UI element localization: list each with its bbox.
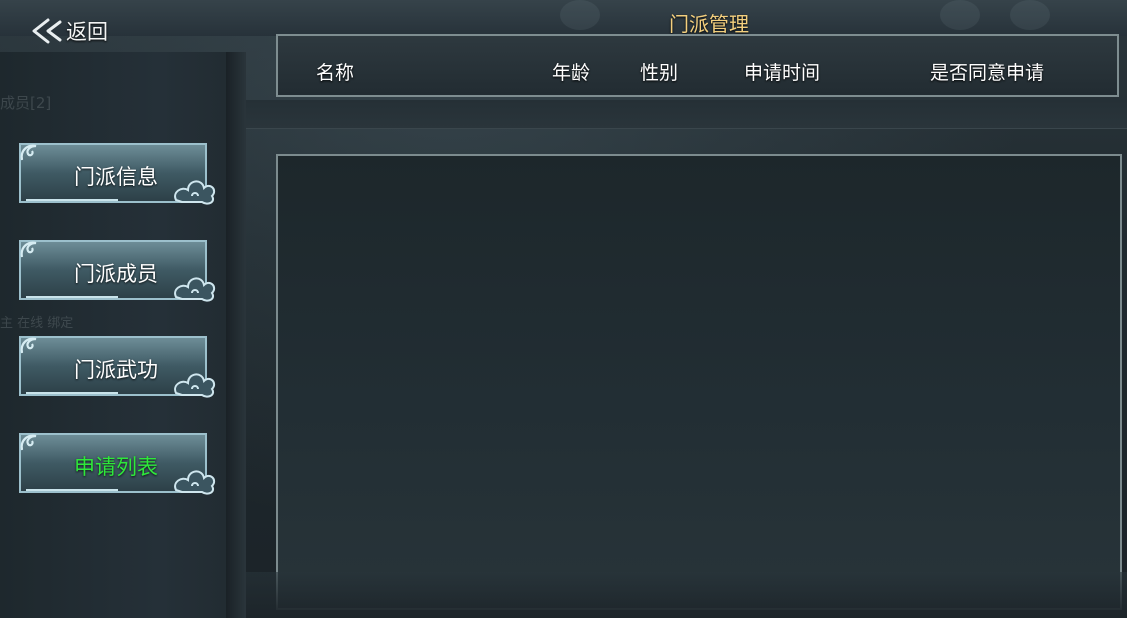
- cloud-icon: [174, 470, 216, 495]
- cloud-icon: [174, 373, 216, 398]
- column-header-apply-time: 申请时间: [744, 62, 821, 84]
- column-header-age: 年龄: [552, 62, 591, 84]
- background-text: 成员[2]: [0, 94, 52, 112]
- tab-sect-skills[interactable]: 门派武功: [18, 335, 216, 399]
- cloud-icon: [174, 277, 216, 302]
- column-header-gender: 性别: [640, 62, 679, 84]
- tab-sect-members[interactable]: 门派成员: [18, 239, 216, 303]
- tab-application-list[interactable]: 申请列表: [18, 432, 216, 496]
- page-title: 门派管理: [669, 12, 749, 36]
- curl-ornament-icon: [20, 337, 37, 354]
- cloud-icon: [174, 180, 216, 205]
- sidebar-divider: [226, 52, 246, 618]
- curl-ornament-icon: [20, 241, 37, 258]
- application-list-panel[interactable]: [276, 154, 1122, 610]
- tab-label: 门派信息: [74, 165, 158, 189]
- game-screen: 成员[2] 主 在线 绑定 返回 门派管理 名称 年龄 性别 申请时间 是否同意…: [0, 0, 1127, 618]
- curl-ornament-icon: [20, 434, 37, 451]
- tab-label: 门派成员: [74, 262, 158, 286]
- background-text: 主 在线 绑定: [0, 316, 74, 331]
- column-header-name: 名称: [316, 62, 355, 84]
- tab-label: 门派武功: [74, 358, 158, 382]
- header-divider-band: [246, 100, 1127, 129]
- column-header-approve: 是否同意申请: [930, 62, 1045, 84]
- tab-sect-info[interactable]: 门派信息: [18, 142, 216, 206]
- bottom-strip: [246, 572, 1127, 618]
- curl-ornament-icon: [20, 144, 37, 161]
- list-header-bar: 名称 年龄 性别 申请时间 是否同意申请: [276, 34, 1119, 97]
- tab-label: 申请列表: [74, 455, 158, 479]
